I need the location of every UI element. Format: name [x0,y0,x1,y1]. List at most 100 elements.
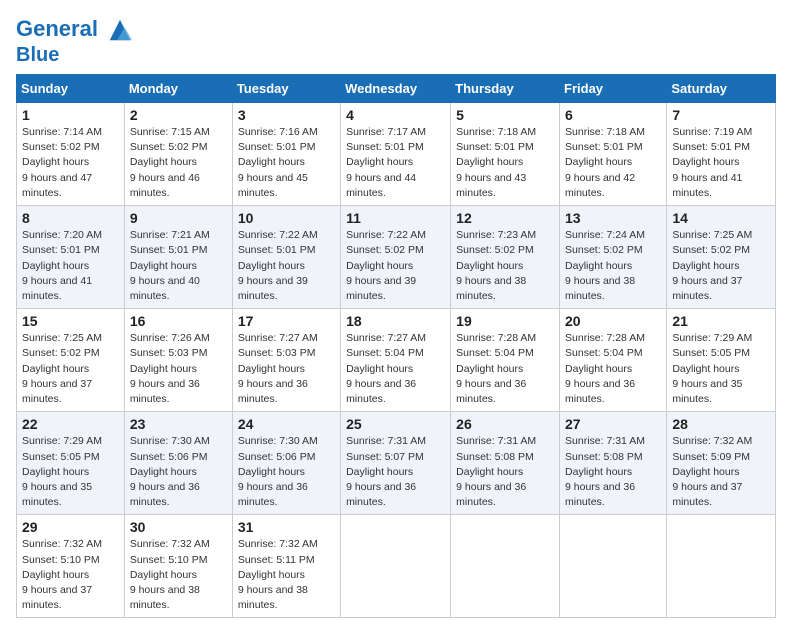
logo-text: General [16,16,134,44]
day-info: Sunrise: 7:31 AM Sunset: 5:08 PM Dayligh… [456,434,554,510]
day-cell: 22 Sunrise: 7:29 AM Sunset: 5:05 PM Dayl… [17,412,125,515]
day-cell: 15 Sunrise: 7:25 AM Sunset: 5:02 PM Dayl… [17,309,125,412]
day-cell [341,515,451,618]
day-info: Sunrise: 7:29 AM Sunset: 5:05 PM Dayligh… [22,434,119,510]
day-cell: 21 Sunrise: 7:29 AM Sunset: 5:05 PM Dayl… [667,309,776,412]
day-cell: 19 Sunrise: 7:28 AM Sunset: 5:04 PM Dayl… [451,309,560,412]
day-number: 25 [346,416,445,432]
day-number: 12 [456,210,554,226]
day-info: Sunrise: 7:19 AM Sunset: 5:01 PM Dayligh… [672,125,770,201]
weekday-header-thursday: Thursday [451,75,560,103]
day-cell: 12 Sunrise: 7:23 AM Sunset: 5:02 PM Dayl… [451,206,560,309]
day-cell: 4 Sunrise: 7:17 AM Sunset: 5:01 PM Dayli… [341,103,451,206]
weekday-header-row: SundayMondayTuesdayWednesdayThursdayFrid… [17,75,776,103]
day-info: Sunrise: 7:26 AM Sunset: 5:03 PM Dayligh… [130,331,227,407]
logo-subtext: Blue [16,44,134,66]
day-number: 8 [22,210,119,226]
day-info: Sunrise: 7:31 AM Sunset: 5:07 PM Dayligh… [346,434,445,510]
day-cell: 23 Sunrise: 7:30 AM Sunset: 5:06 PM Dayl… [124,412,232,515]
day-cell: 27 Sunrise: 7:31 AM Sunset: 5:08 PM Dayl… [560,412,667,515]
day-number: 4 [346,107,445,123]
day-info: Sunrise: 7:30 AM Sunset: 5:06 PM Dayligh… [238,434,335,510]
day-info: Sunrise: 7:21 AM Sunset: 5:01 PM Dayligh… [130,228,227,304]
day-number: 30 [130,519,227,535]
day-number: 29 [22,519,119,535]
day-number: 13 [565,210,661,226]
day-number: 10 [238,210,335,226]
day-info: Sunrise: 7:25 AM Sunset: 5:02 PM Dayligh… [22,331,119,407]
day-info: Sunrise: 7:32 AM Sunset: 5:10 PM Dayligh… [22,537,119,613]
day-number: 19 [456,313,554,329]
weekday-header-friday: Friday [560,75,667,103]
day-info: Sunrise: 7:25 AM Sunset: 5:02 PM Dayligh… [672,228,770,304]
day-number: 1 [22,107,119,123]
day-number: 27 [565,416,661,432]
day-info: Sunrise: 7:23 AM Sunset: 5:02 PM Dayligh… [456,228,554,304]
header: General Blue [16,16,776,66]
day-cell: 3 Sunrise: 7:16 AM Sunset: 5:01 PM Dayli… [232,103,340,206]
day-info: Sunrise: 7:32 AM Sunset: 5:09 PM Dayligh… [672,434,770,510]
day-number: 16 [130,313,227,329]
weekday-header-monday: Monday [124,75,232,103]
day-cell: 16 Sunrise: 7:26 AM Sunset: 5:03 PM Dayl… [124,309,232,412]
day-number: 11 [346,210,445,226]
day-cell: 30 Sunrise: 7:32 AM Sunset: 5:10 PM Dayl… [124,515,232,618]
week-row-1: 1 Sunrise: 7:14 AM Sunset: 5:02 PM Dayli… [17,103,776,206]
day-number: 28 [672,416,770,432]
day-info: Sunrise: 7:28 AM Sunset: 5:04 PM Dayligh… [456,331,554,407]
day-info: Sunrise: 7:28 AM Sunset: 5:04 PM Dayligh… [565,331,661,407]
day-cell: 8 Sunrise: 7:20 AM Sunset: 5:01 PM Dayli… [17,206,125,309]
day-cell: 24 Sunrise: 7:30 AM Sunset: 5:06 PM Dayl… [232,412,340,515]
day-number: 23 [130,416,227,432]
day-number: 5 [456,107,554,123]
day-info: Sunrise: 7:27 AM Sunset: 5:04 PM Dayligh… [346,331,445,407]
day-cell: 20 Sunrise: 7:28 AM Sunset: 5:04 PM Dayl… [560,309,667,412]
day-info: Sunrise: 7:14 AM Sunset: 5:02 PM Dayligh… [22,125,119,201]
day-cell: 25 Sunrise: 7:31 AM Sunset: 5:07 PM Dayl… [341,412,451,515]
weekday-header-tuesday: Tuesday [232,75,340,103]
day-info: Sunrise: 7:27 AM Sunset: 5:03 PM Dayligh… [238,331,335,407]
weekday-header-sunday: Sunday [17,75,125,103]
day-info: Sunrise: 7:16 AM Sunset: 5:01 PM Dayligh… [238,125,335,201]
day-number: 26 [456,416,554,432]
day-number: 24 [238,416,335,432]
week-row-5: 29 Sunrise: 7:32 AM Sunset: 5:10 PM Dayl… [17,515,776,618]
day-number: 9 [130,210,227,226]
day-info: Sunrise: 7:20 AM Sunset: 5:01 PM Dayligh… [22,228,119,304]
day-cell: 10 Sunrise: 7:22 AM Sunset: 5:01 PM Dayl… [232,206,340,309]
week-row-3: 15 Sunrise: 7:25 AM Sunset: 5:02 PM Dayl… [17,309,776,412]
day-number: 15 [22,313,119,329]
day-cell: 26 Sunrise: 7:31 AM Sunset: 5:08 PM Dayl… [451,412,560,515]
day-cell: 29 Sunrise: 7:32 AM Sunset: 5:10 PM Dayl… [17,515,125,618]
day-number: 20 [565,313,661,329]
day-number: 17 [238,313,335,329]
day-info: Sunrise: 7:18 AM Sunset: 5:01 PM Dayligh… [456,125,554,201]
day-number: 31 [238,519,335,535]
day-cell: 1 Sunrise: 7:14 AM Sunset: 5:02 PM Dayli… [17,103,125,206]
day-number: 7 [672,107,770,123]
day-info: Sunrise: 7:22 AM Sunset: 5:02 PM Dayligh… [346,228,445,304]
day-cell: 11 Sunrise: 7:22 AM Sunset: 5:02 PM Dayl… [341,206,451,309]
day-cell: 28 Sunrise: 7:32 AM Sunset: 5:09 PM Dayl… [667,412,776,515]
day-info: Sunrise: 7:32 AM Sunset: 5:11 PM Dayligh… [238,537,335,613]
day-cell: 2 Sunrise: 7:15 AM Sunset: 5:02 PM Dayli… [124,103,232,206]
day-cell: 6 Sunrise: 7:18 AM Sunset: 5:01 PM Dayli… [560,103,667,206]
day-cell: 7 Sunrise: 7:19 AM Sunset: 5:01 PM Dayli… [667,103,776,206]
day-cell: 14 Sunrise: 7:25 AM Sunset: 5:02 PM Dayl… [667,206,776,309]
calendar-table: SundayMondayTuesdayWednesdayThursdayFrid… [16,74,776,618]
day-cell: 31 Sunrise: 7:32 AM Sunset: 5:11 PM Dayl… [232,515,340,618]
day-info: Sunrise: 7:29 AM Sunset: 5:05 PM Dayligh… [672,331,770,407]
day-cell: 13 Sunrise: 7:24 AM Sunset: 5:02 PM Dayl… [560,206,667,309]
day-info: Sunrise: 7:31 AM Sunset: 5:08 PM Dayligh… [565,434,661,510]
day-info: Sunrise: 7:17 AM Sunset: 5:01 PM Dayligh… [346,125,445,201]
day-number: 18 [346,313,445,329]
day-cell: 18 Sunrise: 7:27 AM Sunset: 5:04 PM Dayl… [341,309,451,412]
day-info: Sunrise: 7:22 AM Sunset: 5:01 PM Dayligh… [238,228,335,304]
day-info: Sunrise: 7:30 AM Sunset: 5:06 PM Dayligh… [130,434,227,510]
week-row-2: 8 Sunrise: 7:20 AM Sunset: 5:01 PM Dayli… [17,206,776,309]
day-info: Sunrise: 7:32 AM Sunset: 5:10 PM Dayligh… [130,537,227,613]
day-cell: 5 Sunrise: 7:18 AM Sunset: 5:01 PM Dayli… [451,103,560,206]
logo: General Blue [16,16,134,66]
day-number: 21 [672,313,770,329]
weekday-header-wednesday: Wednesday [341,75,451,103]
